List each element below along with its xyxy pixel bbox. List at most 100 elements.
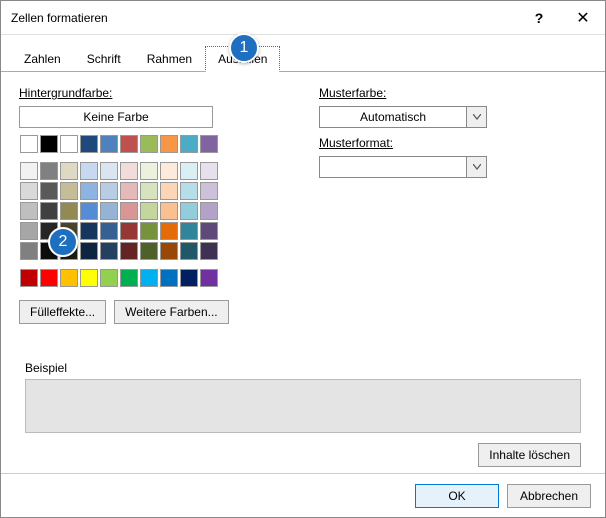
clear-content-button[interactable]: Inhalte löschen — [478, 443, 581, 467]
color-swatch[interactable] — [180, 202, 198, 220]
color-swatch[interactable] — [80, 202, 98, 220]
color-swatch[interactable] — [140, 182, 158, 200]
color-swatch[interactable] — [20, 162, 38, 180]
pattern-format-combo[interactable] — [319, 156, 487, 178]
color-swatch[interactable] — [20, 269, 38, 287]
color-swatch[interactable] — [200, 222, 218, 240]
color-swatch[interactable] — [80, 269, 98, 287]
tab-rahmen[interactable]: Rahmen — [134, 46, 205, 72]
color-swatch[interactable] — [180, 135, 198, 153]
color-swatch[interactable] — [160, 222, 178, 240]
color-swatch[interactable] — [160, 242, 178, 260]
more-colors-button[interactable]: Weitere Farben... — [114, 300, 228, 324]
color-swatch[interactable] — [60, 269, 78, 287]
dialog-footer: OK Abbrechen — [1, 473, 605, 517]
color-swatch[interactable] — [140, 135, 158, 153]
color-swatch[interactable] — [180, 269, 198, 287]
callout-2: 2 — [48, 227, 78, 257]
color-swatch[interactable] — [140, 269, 158, 287]
right-column: Musterfarbe: Automatisch Musterformat: — [319, 86, 587, 324]
color-swatch[interactable] — [180, 182, 198, 200]
color-swatch[interactable] — [160, 182, 178, 200]
color-swatch[interactable] — [20, 222, 38, 240]
color-swatch[interactable] — [60, 202, 78, 220]
format-cells-dialog: Zellen formatieren ? ✕ Zahlen Schrift Ra… — [0, 0, 606, 518]
color-swatch[interactable] — [120, 135, 138, 153]
color-swatch[interactable] — [200, 202, 218, 220]
titlebar: Zellen formatieren ? ✕ — [1, 1, 605, 35]
color-swatch[interactable] — [100, 182, 118, 200]
color-swatch[interactable] — [160, 135, 178, 153]
clear-row: Inhalte löschen — [478, 443, 581, 467]
color-swatch[interactable] — [140, 162, 158, 180]
color-swatch[interactable] — [20, 135, 38, 153]
left-column: Hintergrundfarbe: Keine Farbe 2 Fülleffe… — [19, 86, 259, 324]
dialog-body: Hintergrundfarbe: Keine Farbe 2 Fülleffe… — [1, 72, 605, 334]
color-swatch[interactable] — [200, 162, 218, 180]
fill-effects-button[interactable]: Fülleffekte... — [19, 300, 106, 324]
color-swatch[interactable] — [80, 135, 98, 153]
color-swatch[interactable] — [160, 162, 178, 180]
callout-1: 1 — [229, 33, 259, 63]
color-swatch[interactable] — [200, 242, 218, 260]
background-color-label: Hintergrundfarbe: — [19, 86, 259, 100]
color-swatch[interactable] — [40, 202, 58, 220]
close-button[interactable]: ✕ — [561, 1, 605, 35]
sample-label: Beispiel — [25, 361, 581, 375]
tab-schrift[interactable]: Schrift — [74, 46, 134, 72]
color-swatch[interactable] — [100, 222, 118, 240]
color-swatch[interactable] — [140, 202, 158, 220]
color-swatch[interactable] — [120, 182, 138, 200]
color-swatch[interactable] — [60, 135, 78, 153]
chevron-down-icon — [466, 107, 486, 127]
color-swatch[interactable] — [100, 242, 118, 260]
cancel-button[interactable]: Abbrechen — [507, 484, 591, 508]
color-swatch[interactable] — [120, 222, 138, 240]
color-swatch[interactable] — [40, 269, 58, 287]
color-swatch[interactable] — [160, 269, 178, 287]
pattern-color-combo[interactable]: Automatisch — [319, 106, 487, 128]
color-swatch[interactable] — [80, 182, 98, 200]
color-swatch[interactable] — [100, 135, 118, 153]
color-swatch[interactable] — [80, 162, 98, 180]
color-swatch[interactable] — [60, 182, 78, 200]
pattern-format-label: Musterformat: — [319, 136, 587, 150]
color-swatch[interactable] — [140, 222, 158, 240]
color-swatch[interactable] — [40, 162, 58, 180]
dialog-title: Zellen formatieren — [11, 11, 517, 25]
tab-zahlen[interactable]: Zahlen — [11, 46, 74, 72]
pattern-format-value — [320, 157, 466, 177]
color-swatch[interactable] — [120, 242, 138, 260]
color-swatch[interactable] — [20, 182, 38, 200]
color-swatch[interactable] — [160, 202, 178, 220]
color-swatch[interactable] — [100, 162, 118, 180]
ok-button[interactable]: OK — [415, 484, 499, 508]
color-swatch[interactable] — [20, 242, 38, 260]
pattern-color-label: Musterfarbe: — [319, 86, 587, 100]
color-swatch[interactable] — [40, 135, 58, 153]
color-swatch[interactable] — [60, 162, 78, 180]
color-swatch[interactable] — [140, 242, 158, 260]
color-swatch[interactable] — [200, 135, 218, 153]
color-swatch[interactable] — [180, 242, 198, 260]
no-fill-button[interactable]: Keine Farbe — [19, 106, 213, 128]
sample-preview-box — [25, 379, 581, 433]
color-swatch[interactable] — [180, 222, 198, 240]
sample-section: Beispiel — [25, 361, 581, 433]
color-swatch[interactable] — [200, 182, 218, 200]
color-swatch[interactable] — [100, 202, 118, 220]
color-swatch[interactable] — [80, 242, 98, 260]
color-swatch[interactable] — [100, 269, 118, 287]
color-swatch[interactable] — [180, 162, 198, 180]
color-swatch[interactable] — [120, 202, 138, 220]
color-swatch[interactable] — [40, 182, 58, 200]
color-swatch[interactable] — [20, 202, 38, 220]
color-swatch[interactable] — [80, 222, 98, 240]
color-swatch[interactable] — [120, 269, 138, 287]
color-swatch[interactable] — [120, 162, 138, 180]
help-button[interactable]: ? — [517, 1, 561, 35]
tab-bar: Zahlen Schrift Rahmen Ausfüllen — [1, 35, 605, 72]
fill-buttons-row: Fülleffekte... Weitere Farben... — [19, 300, 259, 324]
color-swatch-grid — [19, 134, 219, 288]
color-swatch[interactable] — [200, 269, 218, 287]
